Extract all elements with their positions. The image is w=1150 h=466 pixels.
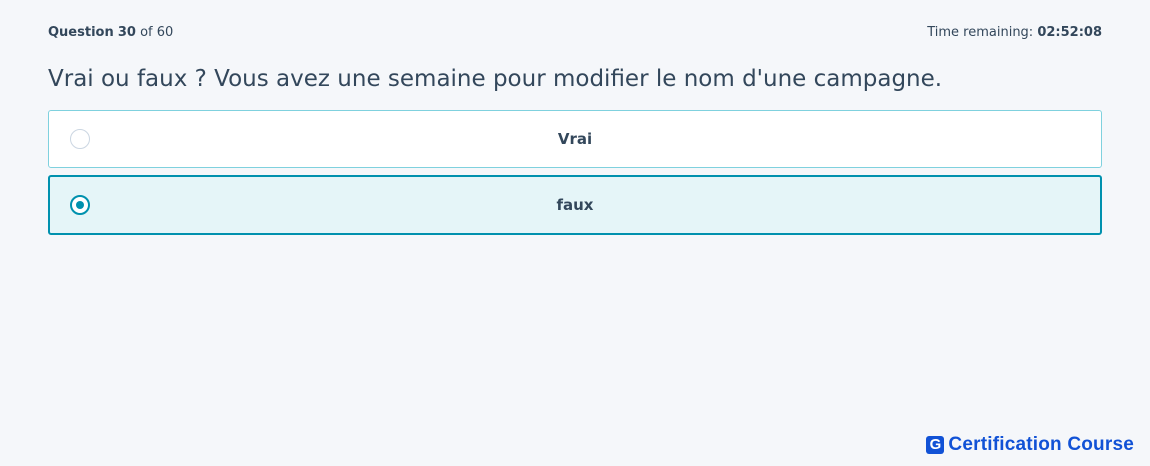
question-text: Vrai ou faux ? Vous avez une semaine pou… [48,66,943,92]
time-value: 02:52:08 [1037,24,1102,40]
brand-name: Certification Course [948,434,1134,455]
question-counter: Question 30 of 60 [48,25,173,40]
answer-label: Vrai [557,130,593,148]
answer-label: faux [556,196,594,214]
brand-g-icon: G [926,436,945,454]
time-remaining: Time remaining: 02:52:08 [927,25,1102,40]
question-total: of 60 [140,24,174,40]
question-number: 30 [117,24,136,40]
radio-unselected-icon[interactable] [70,129,90,149]
time-label: Time remaining: [927,24,1034,40]
question-prefix: Question [48,24,114,40]
radio-dot [76,201,84,209]
brand-logo: G Certification Course [926,434,1134,456]
quiz-header: Question 30 of 60 Time remaining: 02:52:… [48,22,1102,42]
answer-option-vrai[interactable]: Vrai [48,110,1102,168]
answer-option-faux[interactable]: faux [48,175,1102,235]
radio-selected-icon[interactable] [70,195,90,215]
